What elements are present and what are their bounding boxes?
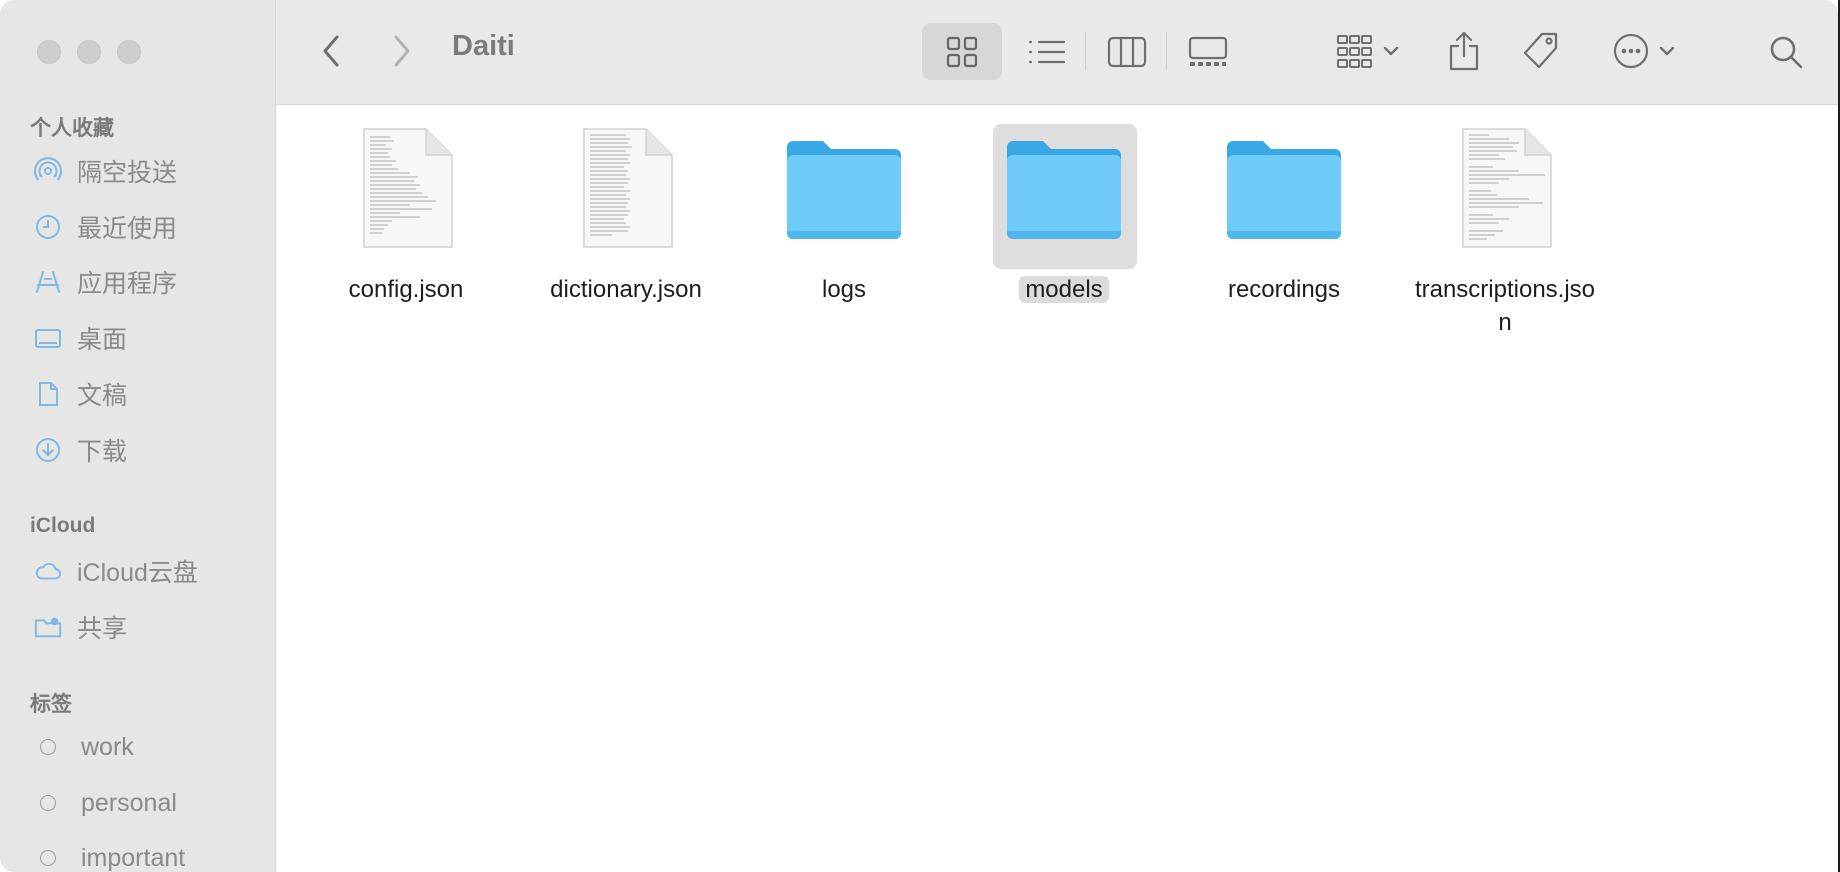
tag-button[interactable] — [1516, 26, 1566, 76]
tag-label: work — [81, 732, 134, 761]
clock-icon — [34, 213, 62, 241]
file-name: config.json — [348, 276, 464, 303]
sidebar-item-label: 下载 — [77, 438, 128, 466]
file-name: dictionary.json — [550, 276, 702, 303]
folder-icon — [964, 125, 1164, 253]
search-icon — [1770, 36, 1803, 69]
sidebar-tag-personal[interactable]: personal — [34, 783, 264, 823]
forward-button[interactable] — [387, 33, 417, 69]
close-window-button[interactable] — [37, 40, 61, 64]
sidebar-item-downloads[interactable]: 下载 — [34, 430, 264, 470]
file-name: transcriptions.jso n — [1405, 273, 1605, 339]
column-view-button[interactable] — [1092, 23, 1162, 80]
grid-view-icon — [946, 36, 978, 67]
icon-view-button[interactable] — [922, 23, 1002, 80]
sidebar-item-label: 隔空投送 — [77, 159, 178, 187]
toolbar-divider — [1085, 32, 1086, 70]
json-document-icon — [306, 125, 506, 253]
sidebar-item-airdrop[interactable]: 隔空投送 — [34, 151, 264, 191]
sidebar: 个人收藏 隔空投送 最近使用 应用程序 桌面 文稿 下载 iCloud iClo… — [0, 0, 276, 872]
share-button[interactable] — [1439, 24, 1489, 78]
list-view-icon — [1028, 40, 1066, 63]
column-view-icon — [1107, 36, 1147, 67]
sidebar-tag-work[interactable]: work — [34, 727, 264, 767]
sidebar-item-recents[interactable]: 最近使用 — [34, 207, 264, 247]
sidebar-item-applications[interactable]: 应用程序 — [34, 262, 264, 302]
gallery-view-button[interactable] — [1173, 23, 1243, 80]
ellipsis-circle-icon — [1613, 33, 1649, 69]
chevron-down-icon — [1383, 46, 1399, 56]
minimize-window-button[interactable] — [77, 40, 101, 64]
back-button[interactable] — [316, 33, 346, 69]
list-view-button[interactable] — [1012, 23, 1082, 80]
tags-section-title: 标签 — [30, 693, 72, 716]
group-grid-icon — [1337, 35, 1372, 68]
chevron-left-icon — [323, 35, 339, 67]
file-name: recordings — [1227, 276, 1341, 303]
tag-circle-icon — [40, 739, 56, 755]
tag-label: important — [81, 843, 186, 872]
file-name: logs — [821, 276, 867, 303]
sidebar-item-label: 最近使用 — [77, 215, 178, 243]
file-name-container: models — [964, 273, 1164, 306]
sidebar-item-desktop[interactable]: 桌面 — [34, 318, 264, 358]
window-title: Daiti — [452, 30, 515, 62]
cloud-icon — [34, 557, 62, 585]
shared-folder-icon — [34, 613, 62, 641]
sidebar-item-label: 文稿 — [77, 382, 128, 410]
chevron-down-icon — [1659, 46, 1675, 56]
sidebar-item-label: 桌面 — [77, 326, 128, 354]
tag-circle-icon — [40, 850, 56, 866]
zoom-window-button[interactable] — [117, 40, 141, 64]
tag-icon — [1523, 32, 1558, 69]
icloud-section-title: iCloud — [30, 514, 96, 537]
sidebar-item-documents[interactable]: 文稿 — [34, 374, 264, 414]
file-area: config.json dictionary.json logs models … — [276, 105, 1838, 872]
folder-icon — [1184, 125, 1384, 253]
desktop-icon — [34, 324, 62, 352]
group-by-button[interactable] — [1328, 25, 1408, 77]
sidebar-item-label: iCloud云盘 — [77, 559, 198, 587]
file-name-line-2: n — [1498, 309, 1512, 336]
applications-icon — [34, 268, 62, 296]
finder-window: 个人收藏 隔空投送 最近使用 应用程序 桌面 文稿 下载 iCloud iClo… — [0, 0, 1838, 872]
chevron-right-icon — [394, 35, 410, 67]
file-name-line-1: transcriptions.jso — [1414, 276, 1596, 303]
share-icon — [1449, 31, 1479, 71]
sidebar-item-icloud-drive[interactable]: iCloud云盘 — [34, 551, 264, 591]
more-actions-button[interactable] — [1604, 26, 1684, 76]
sidebar-item-label: 应用程序 — [77, 270, 178, 298]
window-controls — [37, 40, 141, 64]
favorites-section-title: 个人收藏 — [30, 117, 114, 140]
tag-label: personal — [81, 788, 177, 817]
json-document-icon — [526, 125, 726, 253]
toolbar: Daiti — [276, 0, 1838, 105]
tag-circle-icon — [40, 795, 56, 811]
json-document-icon — [1405, 125, 1605, 253]
gallery-view-icon — [1188, 36, 1228, 66]
sidebar-item-label: 共享 — [77, 615, 128, 643]
file-name: models — [1019, 276, 1109, 303]
toolbar-divider — [1166, 32, 1167, 70]
search-button[interactable] — [1762, 28, 1810, 76]
airdrop-icon — [34, 157, 62, 185]
sidebar-item-shared[interactable]: 共享 — [34, 607, 264, 647]
sidebar-tag-important[interactable]: important — [34, 838, 264, 872]
document-icon — [34, 380, 62, 408]
folder-icon — [744, 125, 944, 253]
download-icon — [34, 436, 62, 464]
